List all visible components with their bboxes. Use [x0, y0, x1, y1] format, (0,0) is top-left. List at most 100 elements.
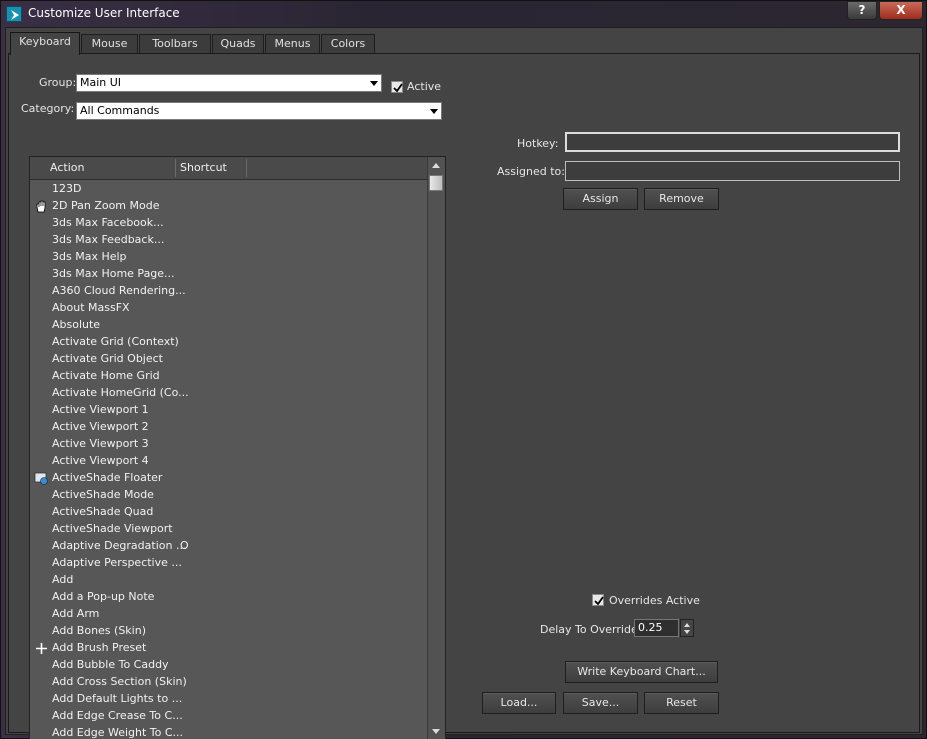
tab-keyboard[interactable]: Keyboard: [10, 32, 80, 55]
list-item[interactable]: Activate Grid Object: [30, 351, 427, 368]
list-item[interactable]: Activate Grid (Context): [30, 334, 427, 351]
scroll-down-icon[interactable]: [432, 729, 440, 734]
action-list[interactable]: Action Shortcut 123D 2D Pan Zoom Mode 3ds …: [29, 156, 446, 739]
group-dropdown-value: Main UI: [80, 76, 122, 89]
list-item[interactable]: Add: [30, 572, 427, 589]
list-item[interactable]: ActiveShade Floater: [30, 470, 427, 487]
active-label: Active: [407, 80, 442, 93]
action-name: Add Bones (Skin): [52, 624, 146, 637]
category-dropdown-value: All Commands: [80, 104, 160, 117]
action-name: Absolute: [52, 318, 101, 331]
list-item[interactable]: About MassFX: [30, 300, 427, 317]
list-item[interactable]: Add Bones (Skin): [30, 623, 427, 640]
tab-toolbars[interactable]: Toolbars: [139, 34, 211, 54]
list-item[interactable]: Add Bubble To Caddy: [30, 657, 427, 674]
action-name: 3ds Max Feedback...: [52, 233, 165, 246]
list-item[interactable]: 3ds Max Feedback...: [30, 232, 427, 249]
hotkey-input[interactable]: [565, 132, 900, 152]
list-item[interactable]: Active Viewport 2: [30, 419, 427, 436]
list-item[interactable]: Add Brush Preset: [30, 640, 427, 657]
list-item[interactable]: Active Viewport 3: [30, 436, 427, 453]
close-button[interactable]: X: [879, 1, 923, 20]
assign-button[interactable]: Assign: [563, 188, 638, 210]
list-item[interactable]: Adaptive Degradation ... O: [30, 538, 427, 555]
list-header: Action Shortcut: [30, 157, 427, 180]
list-item[interactable]: Absolute: [30, 317, 427, 334]
action-name: ActiveShade Viewport: [52, 522, 173, 535]
group-dropdown[interactable]: Main UI: [76, 74, 382, 92]
action-name: 3ds Max Facebook...: [52, 216, 164, 229]
action-name: Add Brush Preset: [52, 641, 147, 654]
tab-menus[interactable]: Menus: [265, 34, 320, 54]
action-name: Adaptive Perspective ...: [52, 556, 182, 569]
column-header-action[interactable]: Action: [50, 157, 84, 179]
help-button[interactable]: ?: [847, 1, 877, 20]
list-item[interactable]: Add Cross Section (Skin): [30, 674, 427, 691]
list-item[interactable]: Add Default Lights to ...: [30, 691, 427, 708]
action-name: Adaptive Degradation ...: [52, 539, 187, 552]
tab-mouse[interactable]: Mouse: [81, 34, 138, 54]
active-checkbox[interactable]: [391, 81, 403, 93]
list-item[interactable]: Active Viewport 4: [30, 453, 427, 470]
category-dropdown[interactable]: All Commands: [76, 102, 442, 120]
overrides-active-checkbox[interactable]: [592, 594, 604, 606]
spinner-up-icon[interactable]: [684, 623, 690, 627]
column-separator[interactable]: [175, 159, 176, 177]
tab-colors[interactable]: Colors: [321, 34, 375, 54]
remove-button[interactable]: Remove: [644, 188, 719, 210]
scroll-up-icon[interactable]: [432, 163, 440, 168]
list-item[interactable]: Adaptive Perspective ...: [30, 555, 427, 572]
list-item[interactable]: Active Viewport 1: [30, 402, 427, 419]
window-title: Customize User Interface: [28, 6, 180, 20]
list-item[interactable]: Activate HomeGrid (Co...: [30, 385, 427, 402]
column-header-shortcut[interactable]: Shortcut: [180, 157, 227, 179]
list-item[interactable]: 3ds Max Facebook...: [30, 215, 427, 232]
list-item[interactable]: Add Edge Crease To C...: [30, 708, 427, 725]
scrollbar-thumb[interactable]: [429, 175, 443, 191]
delay-to-override-input[interactable]: 0.25: [634, 619, 679, 637]
customize-ui-window: Customize User Interface ? X Keyboard Mo…: [0, 0, 927, 739]
action-name: 3ds Max Help: [52, 250, 127, 263]
action-name: Active Viewport 3: [52, 437, 149, 450]
list-item[interactable]: ActiveShade Viewport: [30, 521, 427, 538]
dialog-client: Keyboard Mouse Toolbars Quads Menus Colo…: [5, 27, 923, 739]
write-keyboard-chart-button[interactable]: Write Keyboard Chart...: [565, 661, 718, 683]
action-name: Add Edge Weight To C...: [52, 726, 184, 739]
list-item[interactable]: Add a Pop-up Note: [30, 589, 427, 606]
title-bar[interactable]: Customize User Interface ? X: [1, 1, 927, 27]
list-item[interactable]: ActiveShade Mode: [30, 487, 427, 504]
action-name: A360 Cloud Rendering...: [52, 284, 186, 297]
tab-quads[interactable]: Quads: [212, 34, 264, 54]
load-button[interactable]: Load...: [482, 692, 556, 714]
hotkey-label: Hotkey:: [517, 137, 559, 150]
action-name: Active Viewport 2: [52, 420, 149, 433]
delay-value: 0.25: [638, 621, 663, 634]
checkmark-icon: [594, 596, 604, 606]
reset-button[interactable]: Reset: [644, 692, 719, 714]
list-item[interactable]: Add Arm: [30, 606, 427, 623]
action-name: Add Arm: [52, 607, 100, 620]
list-item[interactable]: Add Edge Weight To C...: [30, 725, 427, 739]
action-name: Activate Home Grid: [52, 369, 160, 382]
plus-icon: [34, 641, 49, 656]
list-item[interactable]: 3ds Max Help: [30, 249, 427, 266]
action-name: Active Viewport 1: [52, 403, 149, 416]
action-name: Active Viewport 4: [52, 454, 149, 467]
vertical-scrollbar[interactable]: [427, 157, 445, 739]
save-button[interactable]: Save...: [563, 692, 638, 714]
action-name: Add Bubble To Caddy: [52, 658, 169, 671]
list-item[interactable]: 123D: [30, 181, 427, 198]
activeshade-icon: [34, 471, 49, 486]
column-separator[interactable]: [246, 159, 247, 177]
list-item[interactable]: ActiveShade Quad: [30, 504, 427, 521]
action-name: Add Cross Section (Skin): [52, 675, 187, 688]
list-item[interactable]: 2D Pan Zoom Mode: [30, 198, 427, 215]
delay-spinner[interactable]: [680, 619, 694, 637]
spinner-down-icon[interactable]: [684, 630, 690, 634]
list-item[interactable]: Activate Home Grid: [30, 368, 427, 385]
action-name: Activate HomeGrid (Co...: [52, 386, 189, 399]
group-label: Group:: [39, 76, 77, 89]
list-item[interactable]: A360 Cloud Rendering...: [30, 283, 427, 300]
list-item[interactable]: 3ds Max Home Page...: [30, 266, 427, 283]
action-name: Add: [52, 573, 74, 586]
